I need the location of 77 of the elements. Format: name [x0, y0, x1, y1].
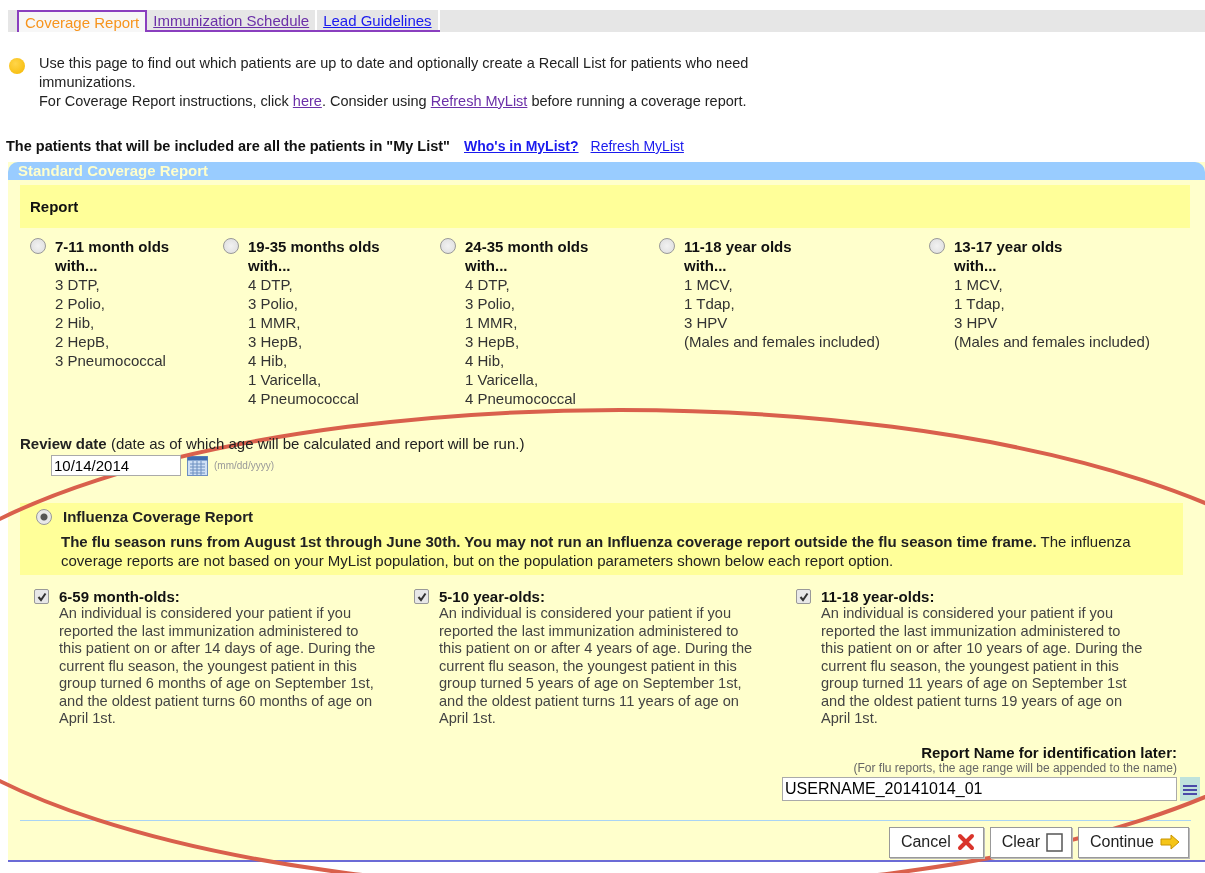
action-button[interactable]: Continue [1077, 826, 1189, 858]
radio-button[interactable] [659, 238, 675, 254]
vaccine-requirement: 4 Hib, [248, 351, 289, 370]
age-group-label: 11-18 year-olds: [821, 588, 936, 605]
checkbox[interactable] [796, 589, 811, 604]
vaccine-requirement: 2 Hib, [55, 313, 96, 332]
vaccine-requirement: 4 Hib, [465, 351, 506, 370]
radio-button[interactable] [30, 238, 46, 254]
vaccine-requirement: 4 DTP, [248, 275, 294, 294]
radio-button[interactable] [223, 238, 239, 254]
option-title: 13-17 year olds [954, 237, 1064, 256]
option-subtitle: with... [248, 256, 292, 275]
radio-button[interactable] [440, 238, 456, 254]
vaccine-requirement: 3 Polio, [248, 294, 300, 313]
vaccine-requirement: 3 DTP, [55, 275, 101, 294]
mylist-link[interactable]: Who's in MyList? [464, 138, 579, 154]
bullet-icon [9, 58, 25, 74]
section-heading: Report [20, 185, 1190, 228]
x-icon [956, 833, 975, 851]
option-subtitle: with... [465, 256, 509, 275]
influenza-title: Influenza Coverage Report [63, 508, 254, 525]
vaccine-requirement: 1 MMR, [248, 313, 302, 332]
vaccine-requirement: 3 HepB, [465, 332, 521, 351]
vaccine-requirement: 1 Varicella, [465, 370, 540, 389]
intro-text: Use this page to find out which patients are up to date and optionally create a Recall List for patients who need immunizations. [39, 54, 750, 92]
report-name-label: Report Name for identification later: [921, 743, 1177, 761]
vaccine-requirement: 2 HepB, [55, 332, 111, 351]
report-name-hint: (For flu reports, the age range will be appended to the name) [853, 760, 1177, 775]
checkbox[interactable] [414, 589, 429, 604]
calendar-icon[interactable] [187, 455, 208, 476]
age-group-label: 5-10 year-olds: [439, 588, 546, 605]
age-group-description: An individual is considered your patient if you reported the last immunization administered to this patient on or after 14 days of age. During the current flu season, the youngest patient in this group turned 6 months of age on September 1st, and the oldest patient turns 60 months of age on April 1st. [59, 605, 377, 728]
action-button[interactable]: Cancel [888, 826, 984, 858]
vaccine-requirement: (Males and females included) [684, 332, 880, 351]
vaccine-requirement: 4 Pneumococcal [465, 389, 577, 408]
vaccine-requirement: 1 Tdap, [684, 294, 736, 313]
radio-button[interactable] [36, 509, 52, 525]
mylist-note: The patients that will be included are all the patients in "My List" [6, 138, 450, 154]
instructions-text: For Coverage Report instructions, click here. Consider using Refresh MyList before running a coverage report. [39, 92, 748, 111]
checkbox[interactable] [34, 589, 49, 604]
age-group-description: An individual is considered your patient if you reported the last immunization administered to this patient on or after 10 years of age. During the current flu season, the youngest patient in this group turned 11 years of age on September 1st and the oldest patient turns 19 years of age on April 1st. [821, 605, 1144, 728]
report-name-field[interactable]: USERNAME_20141014_01 [782, 776, 1177, 801]
vaccine-requirement: 3 HPV [684, 313, 729, 332]
flu-season-notice: The flu season runs from August 1st through June 30th. You may not run an Influenza coverage report outside the flu season time frame. The influenza coverage reports are not based on your MyList population, but on the population parameters shown below each report option. [61, 532, 1132, 570]
option-title: 24-35 month olds [465, 237, 589, 256]
vaccine-requirement: 1 Tdap, [954, 294, 1006, 313]
vaccine-requirement: 4 Pneumococcal [248, 389, 360, 408]
option-title: 7-11 month olds [55, 237, 170, 256]
vaccine-requirement: 1 Varicella, [248, 370, 323, 389]
arrow-right-icon [1160, 834, 1180, 850]
inline-link[interactable]: here [292, 93, 322, 109]
action-button[interactable]: Clear [989, 826, 1072, 858]
list-icon[interactable] [1180, 776, 1200, 801]
option-title: 11-18 year olds [684, 237, 793, 256]
age-group-description: An individual is considered your patient if you reported the last immunization administered to this patient on or after 4 years of age. During the current flu season, the youngest patient in this group turned 5 years of age on September 1st, and the oldest patient turns 11 years of age on April 1st. [439, 605, 754, 728]
inline-link[interactable]: Refresh MyList [430, 93, 528, 109]
vaccine-requirement: (Males and females included) [954, 332, 1150, 351]
vaccine-requirement: 4 DTP, [465, 275, 511, 294]
option-subtitle: with... [954, 256, 998, 275]
option-title: 19-35 months olds [248, 237, 380, 256]
age-group-label: 6-59 month-olds: [59, 588, 181, 605]
vaccine-requirement: 3 HepB, [248, 332, 304, 351]
mylist-link[interactable]: Refresh MyList [590, 138, 684, 154]
option-subtitle: with... [684, 256, 728, 275]
radio-button[interactable] [929, 238, 945, 254]
vaccine-requirement: 3 HPV [954, 313, 999, 332]
vaccine-requirement: 3 Pneumococcal [55, 351, 167, 370]
vaccine-requirement: 3 Polio, [465, 294, 517, 313]
panel-title: Standard Coverage Report [8, 162, 1205, 180]
blank-square-icon [1045, 832, 1063, 852]
option-subtitle: with... [55, 256, 99, 275]
date-field[interactable]: 10/14/2014 [51, 455, 181, 476]
vaccine-requirement: 1 MCV, [954, 275, 1004, 294]
vaccine-requirement: 1 MMR, [465, 313, 519, 332]
vaccine-requirement: 1 MCV, [684, 275, 734, 294]
vaccine-requirement: 2 Polio, [55, 294, 107, 313]
date-format-hint: (mm/dd/yyyy) [214, 460, 274, 471]
